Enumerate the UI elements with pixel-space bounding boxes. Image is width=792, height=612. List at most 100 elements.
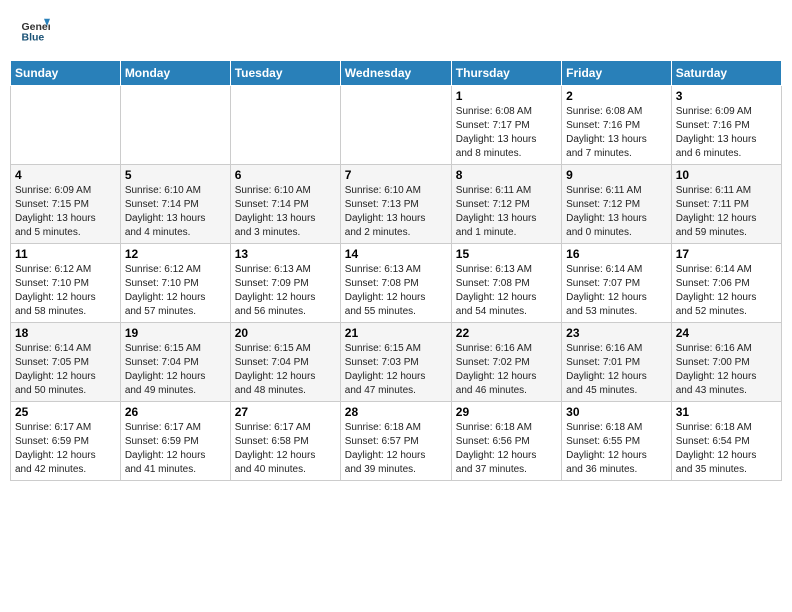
day-number: 25 — [15, 405, 116, 419]
calendar-day-header: Tuesday — [230, 61, 340, 86]
calendar-day-cell — [340, 86, 451, 165]
calendar-day-cell: 14 Sunrise: 6:13 AMSunset: 7:08 PMDayligh… — [340, 244, 451, 323]
day-info: Sunrise: 6:13 AMSunset: 7:09 PMDaylight:… — [235, 263, 336, 319]
day-info: Sunrise: 6:12 AMSunset: 7:10 PMDaylight:… — [15, 263, 116, 319]
day-number: 23 — [566, 326, 667, 340]
day-info: Sunrise: 6:15 AMSunset: 7:03 PMDaylight:… — [345, 342, 447, 398]
day-info: Sunrise: 6:09 AMSunset: 7:15 PMDaylight:… — [15, 184, 116, 240]
calendar-week-row: 1Sunrise: 6:08 AMSunset: 7:17 PMDaylight… — [11, 86, 782, 165]
calendar-day-cell: 1Sunrise: 6:08 AMSunset: 7:17 PMDaylight… — [451, 86, 561, 165]
calendar-day-cell — [230, 86, 340, 165]
day-info: Sunrise: 6:17 AMSunset: 6:58 PMDaylight:… — [235, 421, 336, 477]
day-info: Sunrise: 6:17 AMSunset: 6:59 PMDaylight:… — [125, 421, 226, 477]
calendar-day-header: Wednesday — [340, 61, 451, 86]
day-info: Sunrise: 6:18 AMSunset: 6:56 PMDaylight:… — [456, 421, 557, 477]
day-number: 3 — [676, 89, 777, 103]
day-info: Sunrise: 6:16 AMSunset: 7:02 PMDaylight:… — [456, 342, 557, 398]
day-number: 13 — [235, 247, 336, 261]
logo-icon: General Blue — [20, 15, 50, 45]
day-info: Sunrise: 6:16 AMSunset: 7:01 PMDaylight:… — [566, 342, 667, 398]
day-number: 18 — [15, 326, 116, 340]
calendar-day-cell: 2 Sunrise: 6:08 AMSunset: 7:16 PMDaylight… — [562, 86, 672, 165]
calendar-day-cell: 4Sunrise: 6:09 AMSunset: 7:15 PMDaylight… — [11, 165, 121, 244]
day-info: Sunrise: 6:14 AMSunset: 7:06 PMDaylight:… — [676, 263, 777, 319]
calendar-header-row: SundayMondayTuesdayWednesdayThursdayFrid… — [11, 61, 782, 86]
calendar-day-cell: 27 Sunrise: 6:17 AMSunset: 6:58 PMDayligh… — [230, 402, 340, 481]
calendar-day-cell: 7 Sunrise: 6:10 AMSunset: 7:13 PMDaylight… — [340, 165, 451, 244]
calendar-day-cell: 16 Sunrise: 6:14 AMSunset: 7:07 PMDayligh… — [562, 244, 672, 323]
day-info: Sunrise: 6:11 AMSunset: 7:12 PMDaylight:… — [566, 184, 667, 240]
calendar-day-cell: 18 Sunrise: 6:14 AMSunset: 7:05 PMDayligh… — [11, 323, 121, 402]
calendar-day-cell: 12 Sunrise: 6:12 AMSunset: 7:10 PMDayligh… — [120, 244, 230, 323]
day-info: Sunrise: 6:12 AMSunset: 7:10 PMDaylight:… — [125, 263, 226, 319]
day-number: 10 — [676, 168, 777, 182]
day-info: Sunrise: 6:10 AMSunset: 7:14 PMDaylight:… — [125, 184, 226, 240]
day-number: 28 — [345, 405, 447, 419]
page-header: General Blue — [10, 10, 782, 50]
calendar-day-header: Thursday — [451, 61, 561, 86]
day-number: 29 — [456, 405, 557, 419]
day-info: Sunrise: 6:08 AMSunset: 7:16 PMDaylight:… — [566, 105, 667, 161]
calendar-day-cell: 26 Sunrise: 6:17 AMSunset: 6:59 PMDayligh… — [120, 402, 230, 481]
day-number: 6 — [235, 168, 336, 182]
calendar-day-header: Monday — [120, 61, 230, 86]
day-number: 5 — [125, 168, 226, 182]
calendar-day-cell: 13 Sunrise: 6:13 AMSunset: 7:09 PMDayligh… — [230, 244, 340, 323]
day-number: 21 — [345, 326, 447, 340]
calendar-day-cell: 31 Sunrise: 6:18 AMSunset: 6:54 PMDayligh… — [671, 402, 781, 481]
calendar-week-row: 18 Sunrise: 6:14 AMSunset: 7:05 PMDayligh… — [11, 323, 782, 402]
calendar-day-cell: 20 Sunrise: 6:15 AMSunset: 7:04 PMDayligh… — [230, 323, 340, 402]
day-info: Sunrise: 6:15 AMSunset: 7:04 PMDaylight:… — [125, 342, 226, 398]
calendar-day-cell: 9 Sunrise: 6:11 AMSunset: 7:12 PMDaylight… — [562, 165, 672, 244]
day-number: 26 — [125, 405, 226, 419]
day-number: 20 — [235, 326, 336, 340]
day-info: Sunrise: 6:10 AMSunset: 7:14 PMDaylight:… — [235, 184, 336, 240]
calendar-day-cell: 23 Sunrise: 6:16 AMSunset: 7:01 PMDayligh… — [562, 323, 672, 402]
calendar-day-header: Sunday — [11, 61, 121, 86]
day-info: Sunrise: 6:17 AMSunset: 6:59 PMDaylight:… — [15, 421, 116, 477]
day-number: 24 — [676, 326, 777, 340]
day-info: Sunrise: 6:18 AMSunset: 6:54 PMDaylight:… — [676, 421, 777, 477]
day-number: 8 — [456, 168, 557, 182]
day-number: 16 — [566, 247, 667, 261]
day-number: 30 — [566, 405, 667, 419]
calendar-week-row: 4Sunrise: 6:09 AMSunset: 7:15 PMDaylight… — [11, 165, 782, 244]
day-number: 7 — [345, 168, 447, 182]
day-number: 19 — [125, 326, 226, 340]
calendar-day-cell: 5 Sunrise: 6:10 AMSunset: 7:14 PMDaylight… — [120, 165, 230, 244]
calendar-day-cell: 6 Sunrise: 6:10 AMSunset: 7:14 PMDaylight… — [230, 165, 340, 244]
calendar-day-header: Friday — [562, 61, 672, 86]
day-info: Sunrise: 6:11 AMSunset: 7:11 PMDaylight:… — [676, 184, 777, 240]
calendar-day-cell — [11, 86, 121, 165]
day-number: 31 — [676, 405, 777, 419]
calendar-day-cell: 22 Sunrise: 6:16 AMSunset: 7:02 PMDayligh… — [451, 323, 561, 402]
day-number: 22 — [456, 326, 557, 340]
calendar-week-row: 25 Sunrise: 6:17 AMSunset: 6:59 PMDayligh… — [11, 402, 782, 481]
day-info: Sunrise: 6:14 AMSunset: 7:05 PMDaylight:… — [15, 342, 116, 398]
calendar-day-cell: 11 Sunrise: 6:12 AMSunset: 7:10 PMDayligh… — [11, 244, 121, 323]
calendar-table: SundayMondayTuesdayWednesdayThursdayFrid… — [10, 60, 782, 481]
day-info: Sunrise: 6:16 AMSunset: 7:00 PMDaylight:… — [676, 342, 777, 398]
day-info: Sunrise: 6:14 AMSunset: 7:07 PMDaylight:… — [566, 263, 667, 319]
day-number: 17 — [676, 247, 777, 261]
day-number: 11 — [15, 247, 116, 261]
day-number: 14 — [345, 247, 447, 261]
day-info: Sunrise: 6:18 AMSunset: 6:55 PMDaylight:… — [566, 421, 667, 477]
day-number: 2 — [566, 89, 667, 103]
day-number: 1 — [456, 89, 557, 103]
calendar-day-header: Saturday — [671, 61, 781, 86]
calendar-day-cell: 15Sunrise: 6:13 AMSunset: 7:08 PMDayligh… — [451, 244, 561, 323]
day-info: Sunrise: 6:15 AMSunset: 7:04 PMDaylight:… — [235, 342, 336, 398]
calendar-day-cell: 30 Sunrise: 6:18 AMSunset: 6:55 PMDayligh… — [562, 402, 672, 481]
calendar-day-cell — [120, 86, 230, 165]
day-info: Sunrise: 6:13 AMSunset: 7:08 PMDaylight:… — [456, 263, 557, 319]
day-info: Sunrise: 6:18 AMSunset: 6:57 PMDaylight:… — [345, 421, 447, 477]
calendar-day-cell: 17 Sunrise: 6:14 AMSunset: 7:06 PMDayligh… — [671, 244, 781, 323]
calendar-day-cell: 19 Sunrise: 6:15 AMSunset: 7:04 PMDayligh… — [120, 323, 230, 402]
day-number: 12 — [125, 247, 226, 261]
day-info: Sunrise: 6:10 AMSunset: 7:13 PMDaylight:… — [345, 184, 447, 240]
day-number: 27 — [235, 405, 336, 419]
calendar-day-cell: 21 Sunrise: 6:15 AMSunset: 7:03 PMDayligh… — [340, 323, 451, 402]
day-number: 9 — [566, 168, 667, 182]
day-info: Sunrise: 6:13 AMSunset: 7:08 PMDaylight:… — [345, 263, 447, 319]
